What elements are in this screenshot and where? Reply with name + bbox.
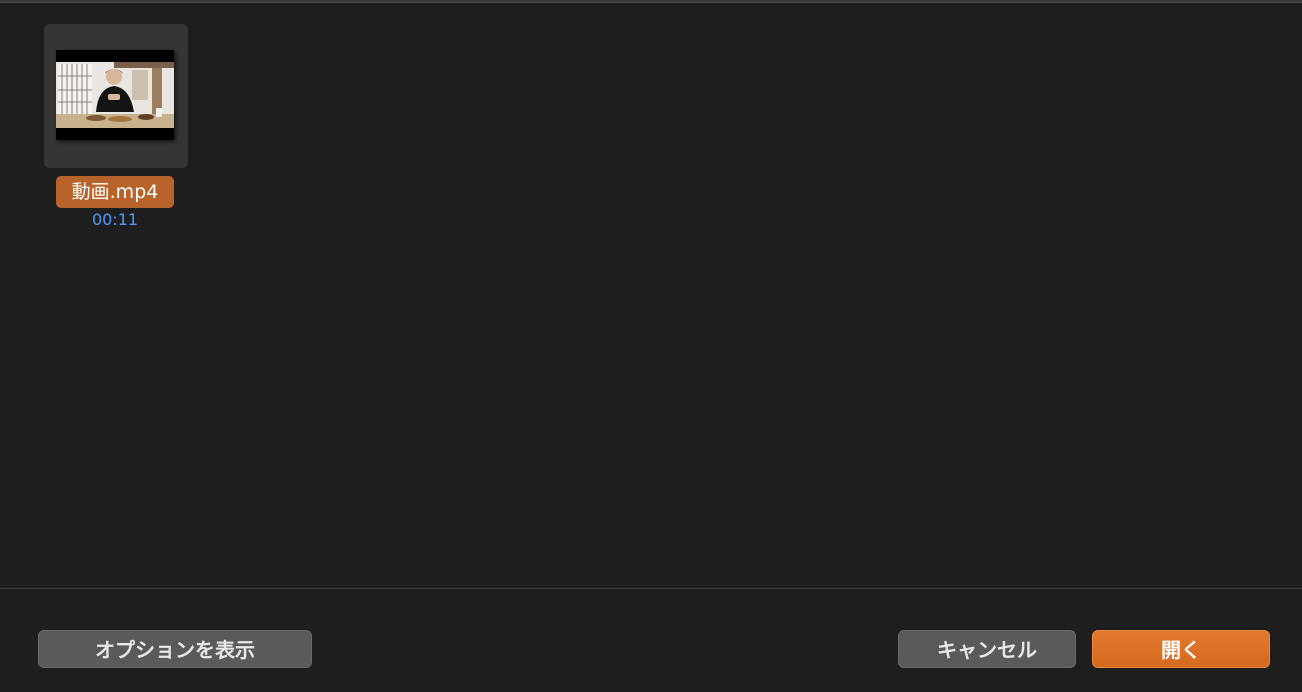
file-thumbnail-frame[interactable]	[44, 24, 188, 168]
cancel-button[interactable]: キャンセル	[898, 630, 1076, 668]
video-thumbnail-icon	[56, 50, 174, 140]
show-options-button[interactable]: オプションを表示	[38, 630, 312, 668]
top-border	[0, 0, 1302, 3]
file-browser-area[interactable]: 動画.mp4 00:11	[0, 4, 1302, 588]
open-file-dialog: 動画.mp4 00:11 オプションを表示 キャンセル 開く	[0, 0, 1302, 692]
open-button[interactable]: 開く	[1092, 630, 1270, 668]
dialog-footer: オプションを表示 キャンセル 開く	[0, 589, 1302, 692]
file-duration-label: 00:11	[91, 210, 139, 229]
file-item[interactable]: 動画.mp4 00:11	[44, 24, 188, 229]
file-name-label[interactable]: 動画.mp4	[56, 176, 174, 208]
